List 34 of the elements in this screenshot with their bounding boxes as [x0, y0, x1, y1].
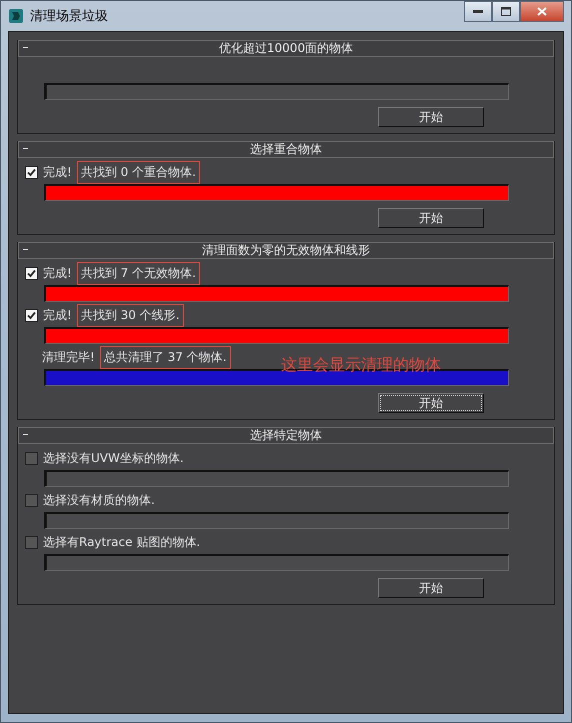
checkbox[interactable] [25, 494, 38, 507]
rollout-header[interactable]: 清理面数为零的无效物体和线形 [18, 242, 554, 259]
status-message: 共找到 30 个线形. [76, 304, 184, 327]
start-button[interactable]: 开始 [378, 208, 484, 228]
status-message: 共找到 7 个无效物体. [76, 262, 200, 285]
status-message: 总共清理了 37 个物体. [100, 346, 231, 369]
status-label: 清理完毕! [42, 349, 95, 366]
start-button[interactable]: 开始 [378, 393, 484, 413]
checkbox-label: 选择没有UVW坐标的物体. [43, 450, 184, 467]
checkbox[interactable] [25, 452, 38, 465]
checkbox-label: 完成! [43, 164, 72, 181]
checkbox[interactable] [25, 309, 38, 322]
checkbox-label: 选择有Raytrace 贴图的物体. [43, 534, 200, 551]
app-icon [8, 8, 24, 24]
rollout-header[interactable]: 优化超过10000面的物体 [18, 40, 554, 57]
close-button[interactable] [520, 1, 564, 22]
checkbox[interactable] [25, 267, 38, 280]
minimize-icon [473, 10, 483, 14]
rollout-header[interactable]: 选择特定物体 [18, 427, 554, 444]
checkbox-label: 选择没有材质的物体. [43, 492, 155, 509]
minimize-button[interactable] [464, 1, 492, 22]
close-icon [537, 7, 547, 16]
maximize-button[interactable] [492, 1, 520, 22]
window-title: 清理场景垃圾 [30, 8, 109, 25]
checkbox[interactable] [25, 166, 38, 179]
start-button[interactable]: 开始 [378, 578, 484, 598]
rollout-header[interactable]: 选择重合物体 [18, 141, 554, 158]
checkbox-label: 完成! [43, 265, 72, 282]
status-message: 共找到 0 个重合物体. [76, 161, 200, 184]
checkbox-label: 完成! [43, 307, 72, 324]
maximize-icon [501, 7, 511, 16]
start-button[interactable]: 开始 [378, 107, 484, 127]
checkbox[interactable] [25, 536, 38, 549]
annotation-text: 这里会显示清理的物体 [281, 355, 441, 376]
